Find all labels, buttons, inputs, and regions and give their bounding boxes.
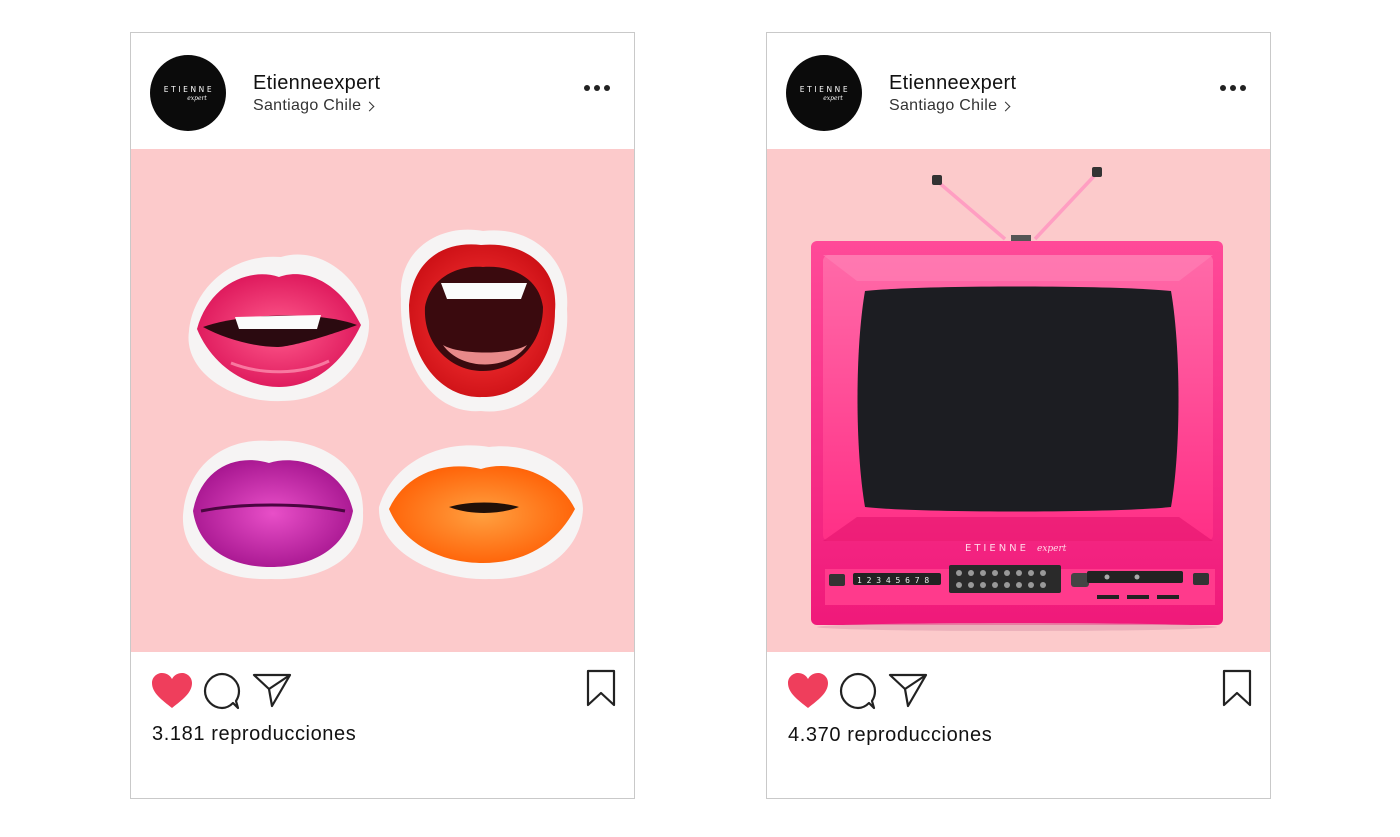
post-header: ETIENNE expert Etienneexpert Santiago Ch… xyxy=(767,33,1270,149)
share-icon[interactable] xyxy=(888,672,928,708)
username[interactable]: Etienneexpert xyxy=(889,72,1016,95)
share-icon[interactable] xyxy=(252,672,292,708)
bookmark-icon[interactable] xyxy=(1222,669,1252,707)
heart-icon[interactable] xyxy=(151,672,193,710)
heart-icon[interactable] xyxy=(787,672,829,710)
bookmark-icon[interactable] xyxy=(586,669,616,707)
television: ETIENNE expert 1 2 3 4 5 6 7 8 xyxy=(811,167,1223,631)
lips-sticker-pink xyxy=(188,254,370,402)
post-actions-bar xyxy=(131,655,634,710)
location-label: Santiago Chile xyxy=(889,97,998,114)
views-count: 4.370 reproducciones xyxy=(788,724,993,746)
comment-icon[interactable] xyxy=(203,672,241,710)
post-card: ETIENNE expert Etienneexpert Santiago Ch… xyxy=(130,32,635,799)
lips-sticker-red xyxy=(400,229,568,412)
avatar-logo-text: ETIENNE xyxy=(799,84,851,94)
location-label: Santiago Chile xyxy=(253,97,362,114)
post-actions-bar xyxy=(767,655,1270,710)
avatar[interactable]: ETIENNE expert xyxy=(786,55,862,131)
post-image-lips xyxy=(131,149,634,652)
lips-sticker-orange xyxy=(378,445,583,580)
comment-icon[interactable] xyxy=(839,672,877,710)
avatar-logo-script: expert xyxy=(823,94,843,102)
username[interactable]: Etienneexpert xyxy=(253,72,380,95)
tv-brand-label: ETIENNE xyxy=(965,543,1029,554)
post-header: ETIENNE expert Etienneexpert Santiago Ch… xyxy=(131,33,634,149)
post-card: ETIENNE expert Etienneexpert Santiago Ch… xyxy=(766,32,1271,799)
avatar-logo-script: expert xyxy=(187,94,207,102)
post-image-television: ETIENNE expert 1 2 3 4 5 6 7 8 xyxy=(767,149,1270,652)
more-icon[interactable] xyxy=(584,85,610,91)
avatar[interactable]: ETIENNE expert xyxy=(150,55,226,131)
views-count: 3.181 reproducciones xyxy=(152,723,357,745)
tv-channel-numbers: 1 2 3 4 5 6 7 8 xyxy=(857,576,929,585)
chevron-right-icon xyxy=(1000,101,1011,112)
chevron-right-icon xyxy=(364,101,375,112)
lips-sticker-magenta xyxy=(182,440,364,580)
location-link[interactable]: Santiago Chile xyxy=(253,97,375,115)
location-link[interactable]: Santiago Chile xyxy=(889,97,1011,115)
avatar-logo-text: ETIENNE xyxy=(163,84,215,94)
tv-brand-script: expert xyxy=(1037,544,1067,554)
more-icon[interactable] xyxy=(1220,85,1246,91)
